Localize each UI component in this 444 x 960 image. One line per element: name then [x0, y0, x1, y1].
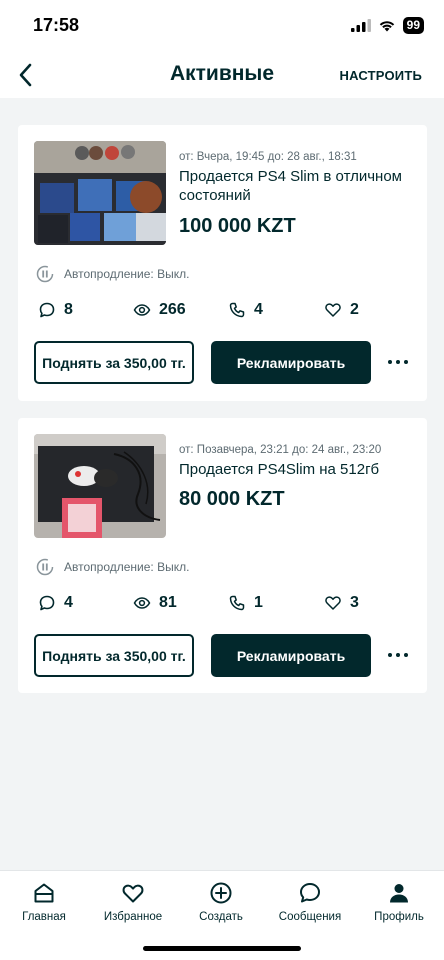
auto-renew-status[interactable]: Автопродление: Выкл. — [36, 265, 189, 283]
tab-create[interactable]: Создать — [177, 881, 265, 923]
phone-icon — [229, 302, 245, 318]
back-button[interactable] — [14, 60, 40, 90]
eye-icon — [133, 304, 151, 316]
listing-price: 100 000 KZT — [179, 215, 296, 237]
heart-icon — [122, 884, 144, 903]
messages-stat: 8 — [38, 301, 73, 319]
calls-stat: 1 — [228, 594, 263, 612]
more-options-button[interactable] — [388, 357, 412, 367]
person-icon — [390, 884, 408, 903]
tab-home[interactable]: Главная — [0, 881, 88, 923]
listing-photo[interactable] — [34, 434, 166, 538]
favorites-stat: 3 — [324, 594, 359, 612]
tab-label: Создать — [199, 911, 243, 923]
status-icons: 99 — [350, 17, 424, 34]
tab-label: Профиль — [374, 911, 424, 923]
tab-favorites[interactable]: Избранное — [89, 881, 177, 923]
more-dot — [404, 360, 408, 364]
favorites-count: 2 — [350, 301, 359, 318]
wifi-icon — [379, 21, 394, 32]
more-options-button[interactable] — [388, 650, 412, 660]
calls-count: 4 — [254, 301, 263, 318]
home-icon — [34, 883, 54, 903]
views-stat: 266 — [133, 301, 186, 319]
listing-stats: 4 81 1 3 — [38, 594, 368, 618]
tab-label: Сообщения — [278, 911, 342, 923]
more-dot — [396, 653, 400, 657]
battery-indicator: 99 — [402, 17, 424, 34]
heart-icon — [325, 596, 341, 610]
status-time: 17:58 — [33, 15, 80, 35]
tab-label: Избранное — [103, 911, 163, 923]
messages-count: 8 — [64, 301, 73, 318]
tab-profile[interactable]: Профиль — [355, 881, 443, 923]
more-dot — [404, 653, 408, 657]
more-dot — [396, 360, 400, 364]
more-dot — [388, 653, 392, 657]
chat-icon — [300, 883, 320, 903]
listing-dates: от: Вчера, 19:45 до: 28 авг., 18:31 — [179, 151, 357, 163]
nav-bar: Активные НАСТРОИТЬ — [0, 52, 444, 98]
boost-button[interactable]: Поднять за 350,00 тг. — [34, 634, 194, 677]
listing-photo[interactable] — [34, 141, 166, 245]
listing-dates: от: Позавчера, 23:21 до: 24 авг., 23:20 — [179, 444, 382, 456]
tab-messages[interactable]: Сообщения — [266, 881, 354, 923]
listing-card[interactable]: от: Вчера, 19:45 до: 28 авг., 18:31 Прод… — [18, 125, 427, 401]
calls-stat: 4 — [228, 301, 263, 319]
views-stat: 81 — [133, 594, 177, 612]
phone-icon — [229, 595, 245, 611]
favorites-count: 3 — [350, 594, 359, 611]
eye-icon — [133, 597, 151, 609]
chat-bubble-icon — [39, 595, 55, 611]
boost-button[interactable]: Поднять за 350,00 тг. — [34, 341, 194, 384]
pause-circle-icon — [36, 265, 54, 283]
views-count: 81 — [159, 594, 177, 611]
more-dot — [388, 360, 392, 364]
status-bar: 17:58 99 — [0, 0, 444, 52]
listing-card[interactable]: от: Позавчера, 23:21 до: 24 авг., 23:20 … — [18, 418, 427, 693]
advertise-button[interactable]: Рекламировать — [211, 341, 371, 384]
messages-count: 4 — [64, 594, 73, 611]
pause-circle-icon — [36, 558, 54, 576]
chat-bubble-icon — [39, 302, 55, 318]
views-count: 266 — [159, 301, 186, 318]
auto-renew-label: Автопродление: Выкл. — [64, 560, 190, 574]
listing-stats: 8 266 4 2 — [38, 301, 368, 325]
listing-title[interactable]: Продается PS4 Slim в отличном состояний — [179, 168, 409, 205]
listing-price: 80 000 KZT — [179, 488, 285, 510]
home-indicator — [143, 946, 301, 951]
advertise-button[interactable]: Рекламировать — [211, 634, 371, 677]
tab-label: Главная — [22, 911, 66, 923]
favorites-stat: 2 — [324, 301, 359, 319]
auto-renew-label: Автопродление: Выкл. — [64, 267, 190, 281]
chevron-left-icon — [19, 63, 32, 87]
signal-icon — [350, 19, 371, 32]
calls-count: 1 — [254, 594, 263, 611]
plus-circle-icon — [210, 882, 232, 904]
messages-stat: 4 — [38, 594, 73, 612]
listing-title[interactable]: Продается PS4Slim на 512гб — [179, 461, 409, 480]
heart-icon — [325, 303, 341, 317]
configure-button[interactable]: НАСТРОИТЬ — [340, 68, 423, 83]
auto-renew-status[interactable]: Автопродление: Выкл. — [36, 558, 189, 576]
